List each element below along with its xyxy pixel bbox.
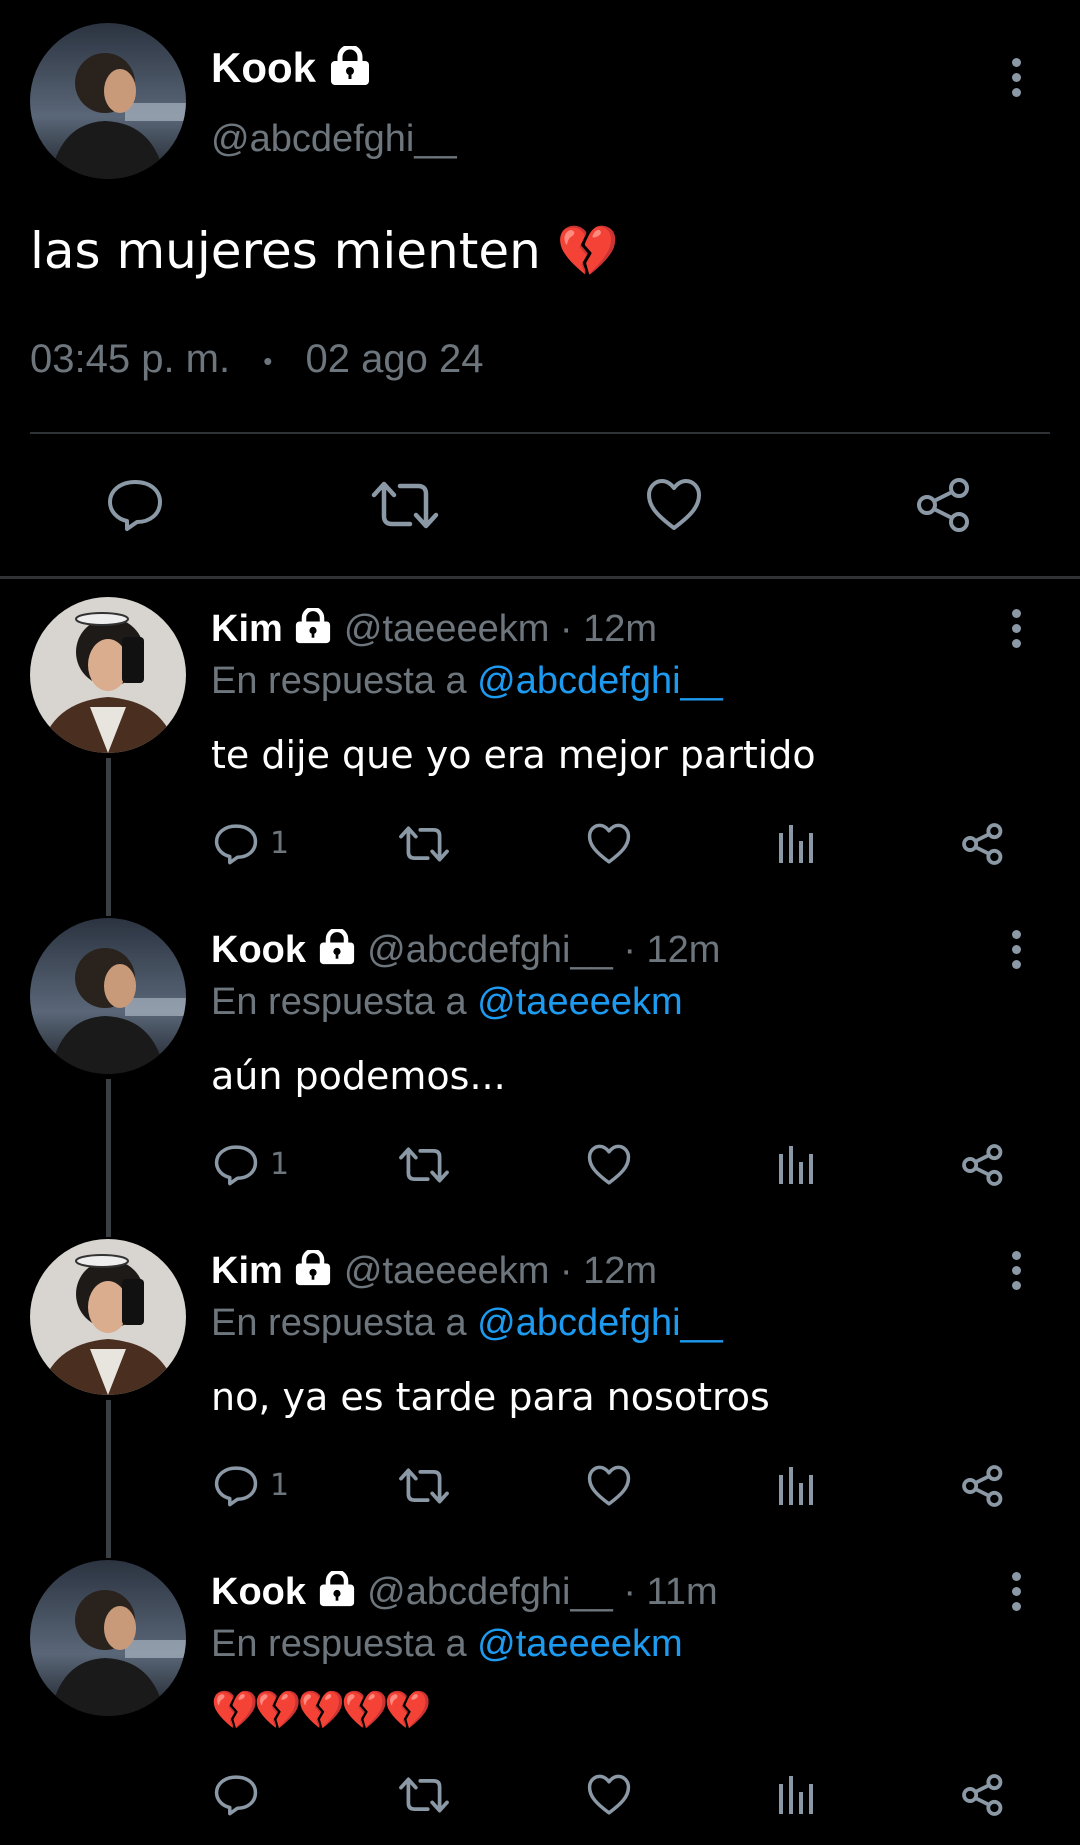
tweet-text: 💔💔💔💔💔	[211, 1688, 432, 1732]
reply-prefix: En respuesta a	[211, 660, 467, 702]
reply-count: 1	[270, 1147, 290, 1182]
avatar-kim[interactable]	[30, 1239, 186, 1395]
author-handle-time[interactable]: @abcdefghi__ · 11m	[367, 1571, 718, 1613]
like-icon[interactable]	[587, 823, 631, 865]
reply-count: 1	[270, 826, 290, 861]
lock-icon	[317, 1569, 357, 1617]
reply-icon[interactable]	[214, 1144, 258, 1186]
reply-to-link[interactable]: @abcdefghi__	[477, 1302, 723, 1344]
tweet-text: las mujeres mienten 💔	[30, 222, 619, 280]
retweet-icon[interactable]	[398, 1465, 450, 1507]
retweet-icon[interactable]	[398, 1144, 450, 1186]
like-icon[interactable]	[587, 1144, 631, 1186]
share-icon[interactable]	[961, 1464, 1005, 1508]
lock-icon	[317, 927, 357, 975]
like-icon[interactable]	[587, 1465, 631, 1507]
thread-line	[106, 758, 111, 916]
author-handle-time[interactable]: @taeeeekm · 12m	[344, 1250, 657, 1292]
like-icon[interactable]	[587, 1774, 631, 1816]
more-options-icon[interactable]	[1012, 1251, 1022, 1296]
retweet-icon[interactable]	[398, 823, 450, 865]
tweet-text: aún podemos...	[211, 1054, 506, 1098]
like-icon[interactable]	[646, 478, 702, 532]
author-handle[interactable]: @abcdefghi__	[211, 118, 457, 161]
share-icon[interactable]	[961, 1143, 1005, 1187]
avatar-kook[interactable]	[30, 918, 186, 1074]
tweet-time: 03:45 p. m.	[30, 337, 231, 381]
section-divider	[0, 576, 1080, 579]
author-name[interactable]: Kook	[211, 1571, 306, 1613]
lock-icon	[293, 606, 333, 654]
reply-icon[interactable]	[214, 1774, 258, 1816]
author-handle-time[interactable]: @taeeeekm · 12m	[344, 608, 657, 650]
views-icon[interactable]	[777, 1144, 815, 1186]
author-name[interactable]: Kim	[211, 608, 283, 650]
share-icon[interactable]	[961, 1773, 1005, 1817]
reply-to-link[interactable]: @abcdefghi__	[477, 660, 723, 702]
share-icon[interactable]	[915, 476, 973, 534]
retweet-icon[interactable]	[398, 1774, 450, 1816]
tweet-date: 02 ago 24	[305, 337, 484, 381]
author-name[interactable]: Kook	[211, 44, 316, 91]
reply-prefix: En respuesta a	[211, 981, 467, 1023]
thread-line	[106, 1400, 111, 1558]
views-icon[interactable]	[777, 1774, 815, 1816]
more-options-icon[interactable]	[1012, 609, 1022, 654]
avatar-kook[interactable]	[30, 23, 186, 179]
reply-icon[interactable]	[214, 1465, 258, 1507]
more-options-icon[interactable]	[1012, 930, 1022, 975]
divider	[30, 432, 1050, 434]
views-icon[interactable]	[777, 823, 815, 865]
reply-to-link[interactable]: @taeeeekm	[477, 981, 682, 1023]
separator-dot: •	[263, 345, 273, 376]
author-handle-time[interactable]: @abcdefghi__ · 12m	[367, 929, 720, 971]
lock-icon	[328, 44, 372, 96]
views-icon[interactable]	[777, 1465, 815, 1507]
reply-icon[interactable]	[214, 823, 258, 865]
reply-icon[interactable]	[107, 478, 163, 532]
retweet-icon[interactable]	[370, 478, 440, 532]
avatar-kim[interactable]	[30, 597, 186, 753]
thread-line	[106, 1079, 111, 1237]
more-options-icon[interactable]	[1012, 1572, 1022, 1617]
share-icon[interactable]	[961, 822, 1005, 866]
tweet-text: no, ya es tarde para nosotros	[211, 1375, 770, 1419]
more-options-icon[interactable]	[1012, 58, 1022, 103]
author-name[interactable]: Kook	[211, 929, 306, 971]
tweet-text: te dije que yo era mejor partido	[211, 733, 816, 777]
avatar-kook[interactable]	[30, 1560, 186, 1716]
author-name[interactable]: Kim	[211, 1250, 283, 1292]
reply-prefix: En respuesta a	[211, 1302, 467, 1344]
reply-prefix: En respuesta a	[211, 1623, 467, 1665]
reply-count: 1	[270, 1468, 290, 1503]
reply-to-link[interactable]: @taeeeekm	[477, 1623, 682, 1665]
lock-icon	[293, 1248, 333, 1296]
